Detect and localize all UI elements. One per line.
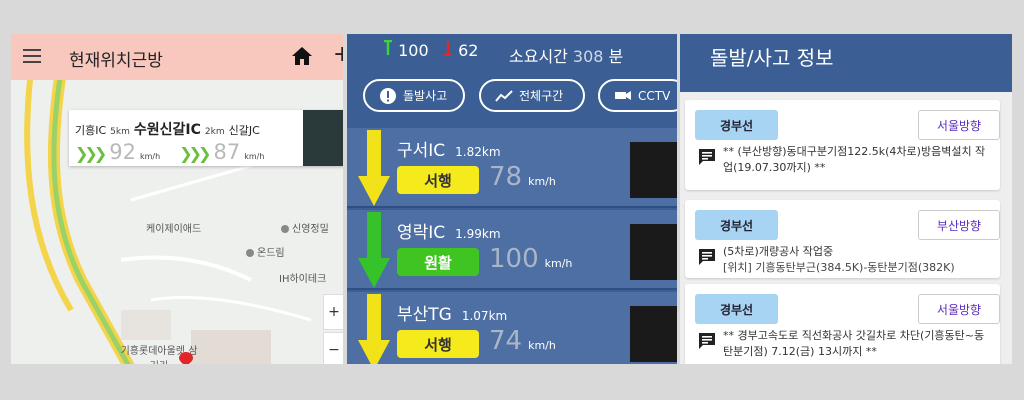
- segment-speed: 74 km/h: [489, 326, 556, 356]
- list-item[interactable]: 경부선 서울방향 ** 경부고속도로 직선화공사 갓길차로 차단(기흥동탄~동탄…: [685, 284, 1000, 364]
- cctv-thumbnail[interactable]: [303, 110, 343, 166]
- arrow-down-icon: [358, 294, 390, 364]
- trend-icon: [495, 87, 513, 105]
- incident-message: ** (부산방향)동대구분기점122.5k(4차로)방음벽설치 작업(19.07…: [723, 145, 986, 174]
- app-bar: 현재위치근방 +: [11, 34, 343, 80]
- home-icon[interactable]: [291, 46, 313, 66]
- section-card[interactable]: 기흥IC 5km 수원신갈IC 2km 신갈JC ❯❯❯ 92 km/h ❯❯❯ 87 km/h: [69, 110, 343, 166]
- segment-name: 영락IC 1.99km: [397, 223, 501, 243]
- map-screen: 현재위치근방 + 케이제이애드 신영정밀 온드림 IH하이테크 기흥롯데아울렛 …: [11, 34, 343, 364]
- status-badge: 서행: [397, 166, 479, 194]
- map-label-kj[interactable]: 케이제이애드: [146, 220, 201, 235]
- incident-message: ** 경부고속도로 직선화공사 갓길차로 차단(기흥동탄~동탄분기점) 7.12…: [723, 329, 985, 358]
- cctv-thumbnail[interactable]: [630, 224, 677, 280]
- duration: 소요시간 308 분: [509, 47, 624, 66]
- direction-button[interactable]: 서울방향: [918, 110, 1000, 140]
- direction-button[interactable]: 부산방향: [918, 210, 1000, 240]
- map-label-ih[interactable]: IH하이테크: [279, 270, 326, 285]
- map-label-ondream[interactable]: 온드림: [246, 244, 285, 259]
- status-badge: 원활: [397, 248, 479, 276]
- page-title: 돌발/사고 정보: [710, 46, 834, 70]
- section-speeds: ❯❯❯ 92 km/h ❯❯❯ 87 km/h: [75, 140, 265, 164]
- chevron-right-icon: ❯❯❯: [75, 144, 107, 163]
- cctv-thumbnail[interactable]: [630, 306, 677, 362]
- location-marker-icon: [179, 352, 193, 364]
- route-segment[interactable]: 영락IC 1.99km 원활 100 km/h: [347, 210, 677, 290]
- cctv-thumbnail[interactable]: [630, 142, 677, 198]
- incident-screen: 돌발/사고 정보 경부선 서울방향 ** (부산방향)동대구분기점122.5k(…: [680, 34, 1012, 364]
- incident-header: 돌발/사고 정보: [680, 34, 1012, 92]
- segment-name: 부산TG 1.07km: [397, 305, 508, 325]
- route-summary: 100 62 소요시간 308 분: [347, 34, 677, 80]
- incident-button[interactable]: 돌발사고: [363, 79, 465, 112]
- list-item[interactable]: 경부선 서울방향 ** (부산방향)동대구분기점122.5k(4차로)방음벽설치…: [685, 100, 1000, 190]
- pin-up-icon: [384, 39, 392, 55]
- message-icon: [699, 249, 715, 265]
- alert-icon: [379, 87, 397, 105]
- map-label-shinyoung[interactable]: 신영정밀: [281, 220, 329, 235]
- road-badge: 경부선: [695, 210, 778, 240]
- message-icon: [699, 149, 715, 165]
- status-badge: 서행: [397, 330, 479, 358]
- zoom-in-button[interactable]: +: [323, 294, 343, 330]
- chevron-right-icon: ❯❯❯: [179, 144, 211, 163]
- arrow-down-icon: [358, 212, 390, 288]
- incident-list[interactable]: 경부선 서울방향 ** (부산방향)동대구분기점122.5k(4차로)방음벽설치…: [680, 92, 1012, 364]
- route-screen: 100 62 소요시간 308 분 돌발사고 전체구간 CCTV 구서IC 1.82k…: [347, 34, 677, 364]
- segment-name: 구서IC 1.82km: [397, 141, 501, 161]
- segment-speed: 100 km/h: [489, 244, 573, 274]
- direction-button[interactable]: 서울방향: [918, 294, 1000, 324]
- section-names: 기흥IC 5km 수원신갈IC 2km 신갈JC: [75, 122, 260, 138]
- camera-icon: [614, 87, 632, 105]
- cctv-button[interactable]: CCTV: [598, 79, 677, 112]
- segment-speed: 78 km/h: [489, 162, 556, 192]
- all-sections-button[interactable]: 전체구간: [479, 79, 585, 112]
- message-icon: [699, 333, 715, 349]
- menu-icon[interactable]: [23, 49, 41, 67]
- incident-message: (5차로)개량공사 작업중 [위치] 기흥동탄부근(384.5K)-동탄분기점(3…: [723, 245, 955, 274]
- up-count: 100: [383, 39, 429, 60]
- pin-down-icon: [444, 41, 452, 57]
- list-item[interactable]: 경부선 부산방향 (5차로)개량공사 작업중 [위치] 기흥동탄부근(384.5K…: [685, 200, 1000, 278]
- road-badge: 경부선: [695, 294, 778, 324]
- route-segment[interactable]: 부산TG 1.07km 서행 74 km/h: [347, 292, 677, 364]
- arrow-down-icon: [358, 130, 390, 206]
- down-count: 62: [443, 40, 478, 60]
- road-badge: 경부선: [695, 110, 778, 140]
- page-title: 현재위치근방: [69, 51, 163, 71]
- zoom-out-button[interactable]: −: [323, 332, 343, 364]
- route-segment[interactable]: 구서IC 1.82km 서행 78 km/h: [347, 128, 677, 208]
- add-icon[interactable]: +: [333, 42, 343, 67]
